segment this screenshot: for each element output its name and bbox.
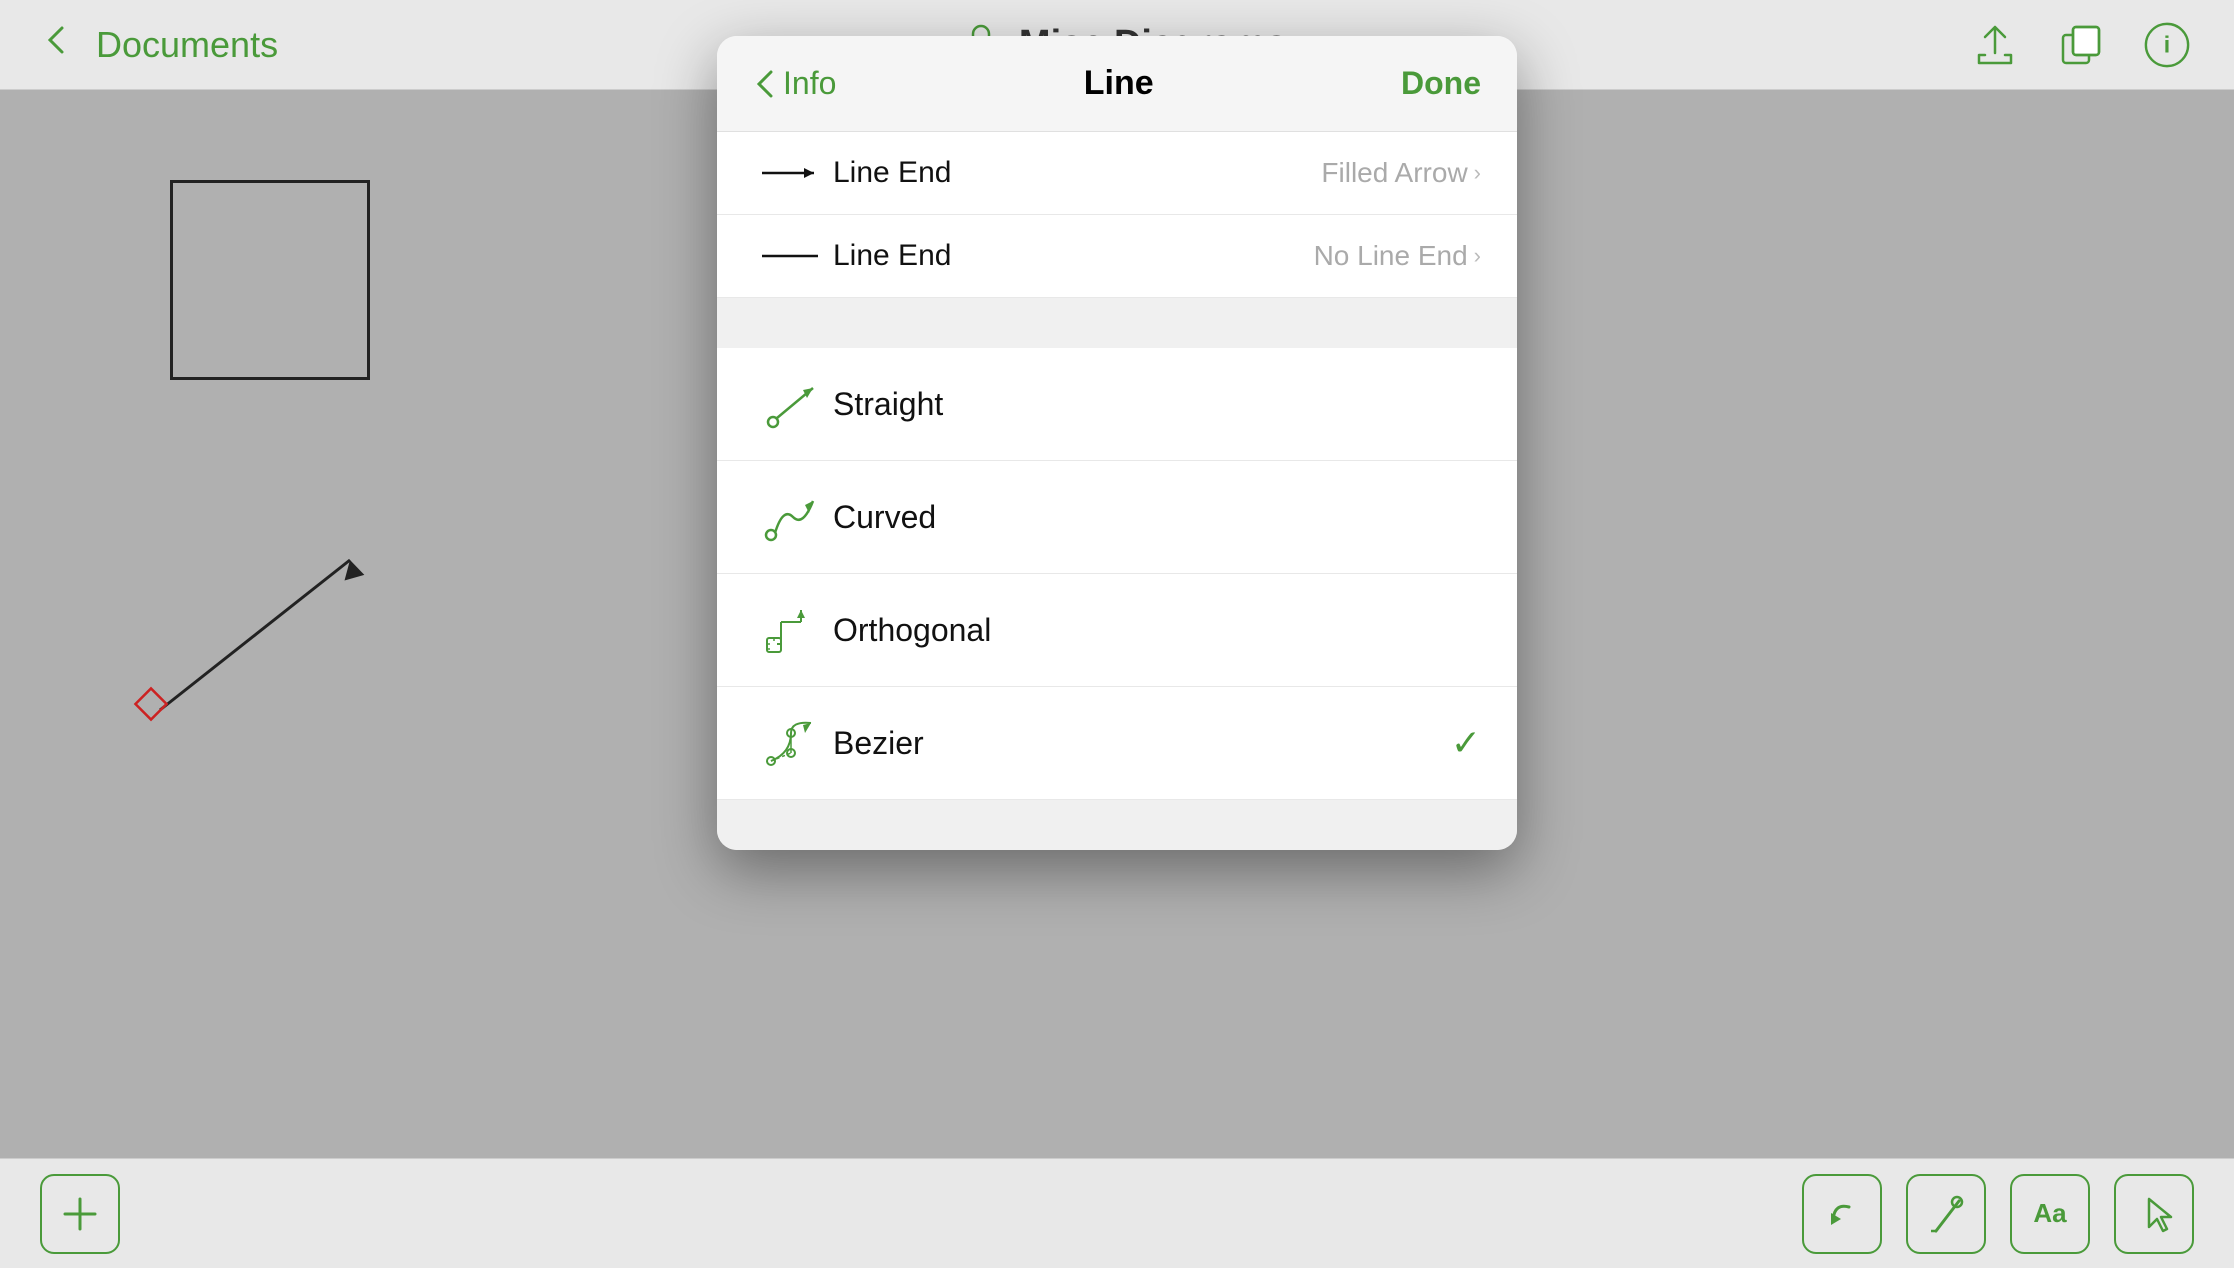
curved-icon — [753, 487, 833, 547]
curved-label: Curved — [833, 499, 1481, 536]
bottom-toolbar: Aa — [0, 1158, 2234, 1268]
chevron-right-icon: › — [1474, 160, 1481, 186]
orthogonal-icon — [753, 600, 833, 660]
bezier-row[interactable]: Bezier ✓ — [717, 687, 1517, 800]
undo-button[interactable] — [1802, 1174, 1882, 1254]
straight-icon — [753, 374, 833, 434]
orthogonal-row[interactable]: Orthogonal — [717, 574, 1517, 687]
line-end-none-value: No Line End › — [1314, 240, 1481, 272]
orthogonal-label: Orthogonal — [833, 612, 1481, 649]
documents-back-label[interactable]: Documents — [96, 24, 278, 66]
bezier-label: Bezier — [833, 725, 1451, 762]
section-divider — [717, 298, 1517, 348]
pen-button[interactable] — [1906, 1174, 1986, 1254]
canvas-rectangle — [170, 180, 370, 380]
share-button[interactable] — [1968, 18, 2022, 72]
svg-text:i: i — [2164, 31, 2170, 57]
modal-header: Info Line Done — [717, 36, 1517, 132]
arrow-line-icon — [753, 159, 833, 187]
chevron-right-icon-2: › — [1474, 243, 1481, 269]
modal-back-button[interactable]: Info — [753, 65, 836, 102]
info-button[interactable]: i — [2140, 18, 2194, 72]
text-button[interactable]: Aa — [2010, 1174, 2090, 1254]
straight-row[interactable]: Straight — [717, 348, 1517, 461]
bezier-icon — [753, 713, 833, 773]
line-end-arrow-label: Line End — [833, 156, 1321, 190]
modal-title: Line — [836, 64, 1401, 103]
plain-line-icon — [753, 242, 833, 270]
modal-footer — [717, 800, 1517, 850]
straight-label: Straight — [833, 386, 1481, 423]
pointer-button[interactable] — [2114, 1174, 2194, 1254]
modal-back-label: Info — [783, 65, 836, 102]
duplicate-button[interactable] — [2054, 18, 2108, 72]
modal-panel: Info Line Done Line End Filled Arrow › L… — [717, 36, 1517, 850]
line-end-arrow-value: Filled Arrow › — [1321, 157, 1481, 189]
line-end-none-label: Line End — [833, 239, 1314, 273]
text-icon-label: Aa — [2033, 1198, 2066, 1229]
add-button[interactable] — [40, 1174, 120, 1254]
modal-done-button[interactable]: Done — [1401, 65, 1481, 102]
back-icon[interactable] — [40, 22, 76, 68]
line-end-arrow-row[interactable]: Line End Filled Arrow › — [717, 132, 1517, 215]
bezier-checkmark: ✓ — [1451, 722, 1481, 764]
canvas-line — [100, 510, 450, 760]
curved-row[interactable]: Curved — [717, 461, 1517, 574]
line-end-none-row[interactable]: Line End No Line End › — [717, 215, 1517, 298]
